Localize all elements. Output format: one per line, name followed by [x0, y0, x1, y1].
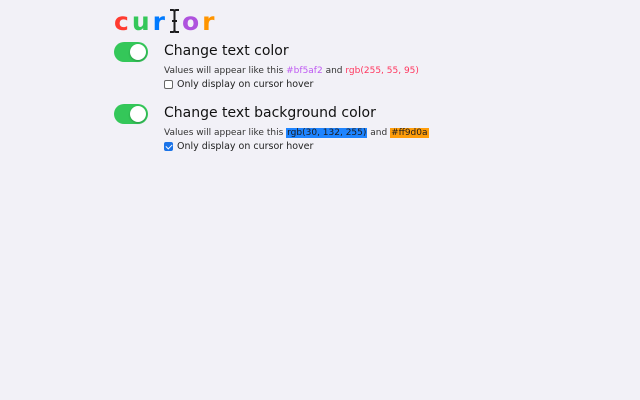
logo-letter-r: r [152, 7, 168, 36]
desc-prefix: Values will appear like this [164, 128, 284, 138]
sample-hex-value: #bf5af2 [286, 66, 323, 76]
background-color-toggle[interactable] [114, 104, 148, 124]
toggle-knob [130, 44, 146, 60]
hover-only-checkbox[interactable] [164, 80, 173, 89]
setting-title: Change text color [164, 43, 289, 59]
setting-description: Values will appear like this rgb(30, 132… [164, 128, 429, 138]
desc-and: and [325, 66, 343, 76]
logo-letter-u: u [131, 7, 153, 36]
text-cursor-icon [169, 8, 180, 34]
hover-only-checkbox[interactable] [164, 142, 173, 151]
desc-prefix: Values will appear like this [164, 66, 284, 76]
sample-hex-value: #ff9d0a [390, 128, 429, 138]
logo-letter-o: o [181, 7, 203, 36]
settings-page: c u r o r Change text color Values will … [0, 0, 640, 400]
logo-letter-r2: r [202, 7, 218, 36]
hover-only-label: Only display on cursor hover [177, 141, 314, 152]
logo-letter-c: c [114, 7, 132, 36]
hover-only-option[interactable]: Only display on cursor hover [164, 79, 313, 90]
app-logo: c u r o r [114, 4, 218, 34]
desc-and: and [370, 128, 388, 138]
sample-rgb-value: rgb(255, 55, 95) [345, 66, 419, 76]
hover-only-option[interactable]: Only display on cursor hover [164, 141, 313, 152]
toggle-knob [130, 106, 146, 122]
text-color-toggle[interactable] [114, 42, 148, 62]
setting-description: Values will appear like this #bf5af2 and… [164, 66, 419, 76]
hover-only-label: Only display on cursor hover [177, 79, 314, 90]
setting-title: Change text background color [164, 105, 376, 121]
sample-rgb-value: rgb(30, 132, 255) [286, 128, 368, 138]
